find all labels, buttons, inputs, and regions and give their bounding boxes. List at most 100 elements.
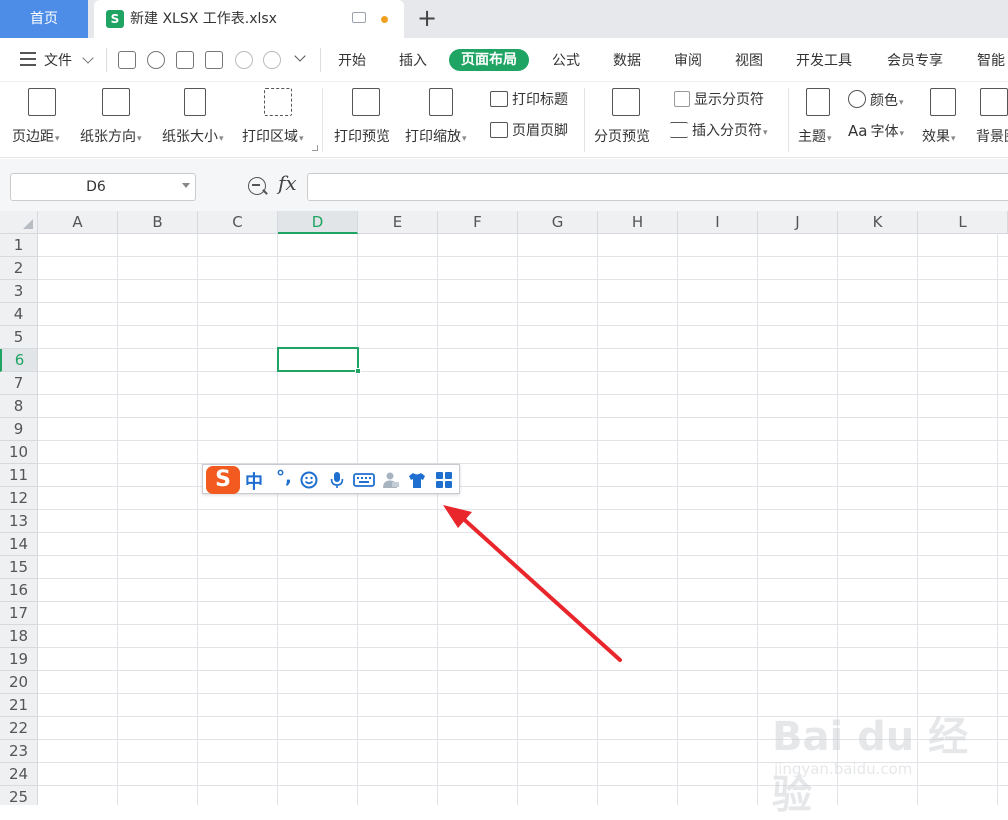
row-header-20[interactable]: 20 — [0, 671, 38, 694]
column-header-f[interactable]: F — [438, 211, 518, 234]
row-header-3[interactable]: 3 — [0, 280, 38, 303]
menu-tab-smart[interactable]: 智能 — [977, 50, 1005, 72]
column-header-k[interactable]: K — [838, 211, 918, 234]
row-header-5[interactable]: 5 — [0, 326, 38, 349]
row-header-12[interactable]: 12 — [0, 487, 38, 510]
row-header-6[interactable]: 6 — [0, 349, 38, 372]
menu-file[interactable]: 文件 — [44, 50, 72, 72]
row-header-21[interactable]: 21 — [0, 694, 38, 717]
formula-input[interactable] — [307, 173, 1008, 201]
tab-document[interactable]: S 新建 XLSX 工作表.xlsx — [94, 0, 404, 38]
emoji-icon[interactable] — [300, 471, 318, 489]
ribbon-separator — [322, 88, 323, 152]
skin-shirt-icon[interactable] — [408, 471, 426, 489]
chevron-down-icon[interactable] — [182, 183, 190, 188]
new-tab-button[interactable]: + — [414, 4, 440, 34]
paper-size-button[interactable]: 纸张大小▾ — [162, 86, 234, 150]
row-header-11[interactable]: 11 — [0, 464, 38, 487]
menu-tab-data[interactable]: 数据 — [613, 50, 641, 72]
orientation-button[interactable]: 纸张方向▾ — [80, 86, 152, 150]
column-header-g[interactable]: G — [518, 211, 598, 234]
row-header-19[interactable]: 19 — [0, 648, 38, 671]
row-header-15[interactable]: 15 — [0, 556, 38, 579]
gridline — [757, 234, 758, 805]
row-header-7[interactable]: 7 — [0, 372, 38, 395]
column-header-a[interactable]: A — [38, 211, 118, 234]
print-titles-button[interactable]: 打印标题 — [490, 90, 568, 110]
print-preview-button[interactable]: 打印预览 — [334, 86, 398, 150]
menu-tab-view[interactable]: 视图 — [735, 50, 763, 72]
menu-tab-page-layout[interactable]: 页面布局 — [449, 49, 529, 71]
show-page-breaks-checkbox[interactable]: 显示分页符 — [674, 90, 764, 110]
row-header-22[interactable]: 22 — [0, 717, 38, 740]
column-header-b[interactable]: B — [118, 211, 198, 234]
row-header-13[interactable]: 13 — [0, 510, 38, 533]
keyboard-icon[interactable] — [353, 471, 375, 489]
background-button[interactable]: 背景图 — [974, 86, 1008, 150]
row-header-18[interactable]: 18 — [0, 625, 38, 648]
row-header-25[interactable]: 25 — [0, 786, 38, 805]
insert-function-icon[interactable]: fx — [278, 171, 297, 195]
row-header-9[interactable]: 9 — [0, 418, 38, 441]
microphone-icon[interactable] — [328, 471, 346, 489]
menu-tab-home[interactable]: 开始 — [338, 50, 366, 72]
menu-tab-insert[interactable]: 插入 — [399, 50, 427, 72]
tab-home[interactable]: 首页 — [0, 0, 88, 38]
print-preview-icon[interactable] — [205, 51, 223, 69]
ime-toolbar[interactable]: S 中 °, — [202, 464, 460, 494]
print-area-button[interactable]: 打印区域▾ — [242, 86, 314, 150]
row-header-14[interactable]: 14 — [0, 533, 38, 556]
theme-button[interactable]: 主题▾ — [798, 86, 842, 150]
column-header-d[interactable]: D — [278, 211, 358, 234]
header-footer-button[interactable]: 页眉页脚 — [490, 121, 568, 141]
row-header-16[interactable]: 16 — [0, 579, 38, 602]
row-header-8[interactable]: 8 — [0, 395, 38, 418]
print-scale-button[interactable]: 打印缩放▾ — [405, 86, 479, 150]
menu-tab-review[interactable]: 审阅 — [674, 50, 702, 72]
row-header-2[interactable]: 2 — [0, 257, 38, 280]
column-header-c[interactable]: C — [198, 211, 278, 234]
chevron-down-icon[interactable] — [82, 52, 94, 64]
column-header-e[interactable]: E — [358, 211, 438, 234]
effects-button[interactable]: 效果▾ — [922, 86, 966, 150]
fill-handle[interactable] — [355, 368, 361, 374]
sogou-logo-icon[interactable]: S — [206, 466, 240, 494]
redo-icon[interactable] — [263, 51, 281, 69]
menu-tab-member[interactable]: 会员专享 — [887, 50, 943, 72]
row-header-24[interactable]: 24 — [0, 763, 38, 786]
page-setup-launcher-icon[interactable] — [312, 145, 318, 151]
column-header-i[interactable]: I — [678, 211, 758, 234]
row-header-10[interactable]: 10 — [0, 441, 38, 464]
monitor-icon[interactable] — [352, 12, 366, 23]
theme-label: 主题 — [798, 129, 826, 145]
row-header-4[interactable]: 4 — [0, 303, 38, 326]
customize-toolbar-icon[interactable] — [294, 50, 306, 62]
row-header-1[interactable]: 1 — [0, 234, 38, 257]
gridline — [38, 647, 1008, 648]
name-box[interactable]: D6 — [10, 173, 196, 201]
column-header-l[interactable]: L — [918, 211, 1008, 234]
column-header-h[interactable]: H — [598, 211, 678, 234]
margins-button[interactable]: 页边距▾ — [12, 86, 70, 150]
fonts-button[interactable]: Aa 字体▾ — [848, 121, 904, 141]
toolbox-grid-icon[interactable] — [435, 471, 453, 489]
user-icon[interactable] — [382, 471, 400, 489]
selected-cell-d6[interactable] — [277, 347, 361, 374]
zoom-icon[interactable] — [248, 177, 268, 195]
hamburger-icon[interactable] — [20, 52, 36, 66]
row-header-17[interactable]: 17 — [0, 602, 38, 625]
ime-punctuation-toggle[interactable]: °, — [276, 467, 292, 488]
undo-icon[interactable] — [235, 51, 253, 69]
page-break-preview-button[interactable]: 分页预览 — [594, 86, 658, 150]
menu-tab-formulas[interactable]: 公式 — [552, 50, 580, 72]
row-header-23[interactable]: 23 — [0, 740, 38, 763]
column-header-j[interactable]: J — [758, 211, 838, 234]
menu-tab-developer[interactable]: 开发工具 — [796, 50, 852, 72]
insert-page-break-button[interactable]: 插入分页符▾ — [670, 121, 768, 141]
colors-button[interactable]: 颜色▾ — [848, 90, 904, 110]
ime-mode-toggle[interactable]: 中 — [245, 468, 263, 494]
select-all-corner[interactable] — [0, 211, 38, 234]
print-icon[interactable] — [176, 51, 194, 69]
export-icon[interactable] — [147, 51, 165, 69]
save-icon[interactable] — [118, 51, 136, 69]
